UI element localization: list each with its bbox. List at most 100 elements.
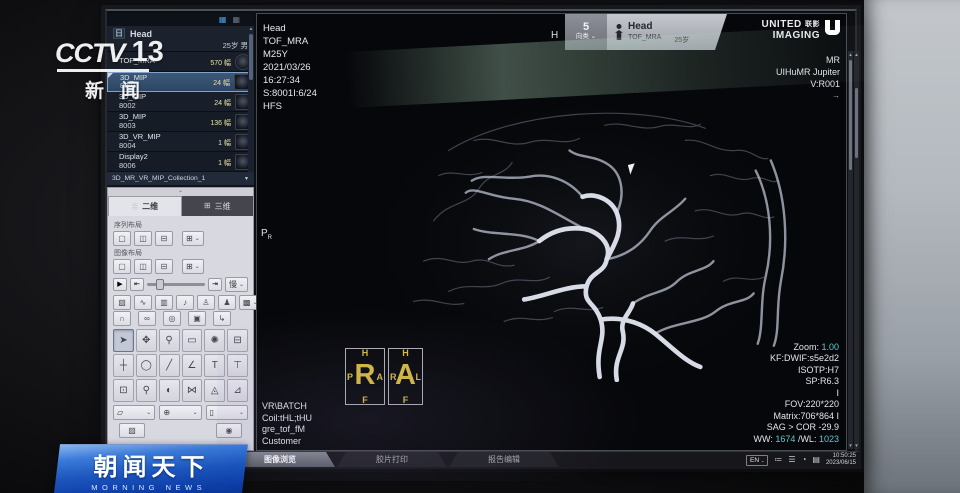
series-item[interactable]: 3D_VR_MIP8004 1 幅 (107, 132, 254, 152)
scroll-down-icon[interactable]: ▼ (854, 442, 858, 449)
tab-report-edit[interactable]: 报告编辑 (449, 452, 559, 467)
tab-2d[interactable]: ≣ 二维 (108, 196, 182, 216)
scroll-thumb[interactable] (849, 60, 852, 170)
img-layout-1x1-button[interactable]: ▢ (113, 259, 131, 274)
flip-horizontal-button[interactable]: ⋈ (182, 379, 203, 402)
scroll-down-icon[interactable]: ▼ (848, 442, 852, 449)
scroll-thumb[interactable] (855, 88, 858, 158)
language-switcher[interactable]: EN⌄ (746, 455, 768, 466)
workbox-icon[interactable]: ▤ (812, 455, 820, 465)
pan-tool-button[interactable]: ✥ (136, 329, 157, 352)
filter-icon[interactable]: ▼ (244, 176, 249, 182)
grid-view-icon[interactable]: ▦ (219, 16, 227, 24)
series-item[interactable]: 3D_MIP8003 136 幅 (107, 112, 254, 132)
scrollbar-inner[interactable]: ▲ ▼ (854, 51, 859, 449)
chevron-down-icon: ⌄ (146, 409, 151, 416)
broadcast-frame: ≠ ▦ ▦ 日 Head 25岁 男 TOF_MRA 570 幅 3D_MIP8 (0, 0, 960, 493)
play-button[interactable]: ▶ (113, 278, 127, 291)
img-layout-grid-combo[interactable]: ⊞ ⌄ (182, 259, 204, 274)
scroll-up-icon[interactable]: ▲ (854, 51, 858, 58)
speed-combo[interactable]: 慢 ⌄ (225, 277, 248, 292)
patient-icon (615, 24, 623, 40)
thumbnail-strip-button[interactable]: ▧ (113, 295, 131, 310)
flip-vertical-button[interactable]: ◬ (204, 379, 225, 402)
badge-number: 5 (583, 22, 589, 32)
snapshot-button[interactable]: ▨ (119, 423, 145, 438)
text-annotation-button[interactable]: T (204, 354, 225, 377)
layout-grid-combo[interactable]: ⊞ ⌄ (182, 231, 204, 246)
layout-preset-combo[interactable]: ⊕ ⌄ (159, 405, 201, 420)
layout-1x2-button[interactable]: ◫ (134, 231, 152, 246)
preset-combos: ▱ ⌄ ⊕ ⌄ ▯ ⌄ (113, 405, 248, 420)
patient-export-button[interactable]: ♟ (218, 295, 236, 310)
ellipse-roi-button[interactable]: ◯ (136, 354, 157, 377)
scroll-up-icon[interactable]: ▲ (848, 51, 852, 58)
img-layout-1x2-button[interactable]: ◫ (134, 259, 152, 274)
scan-parameters-block: Zoom: 1.00 KF:DWIF:s5e2d2 ISOTP:H7 SP:R6… (754, 342, 839, 446)
scrollbar-outer[interactable]: ▲ ▼ (848, 51, 853, 449)
save-preset-combo[interactable]: ▱ ⌄ (113, 405, 155, 420)
cine-slider[interactable] (147, 283, 205, 286)
queue-icon[interactable]: ≔ (774, 455, 782, 465)
tab-3d[interactable]: ⊞ 三维 (182, 196, 254, 216)
layout-2x1-button[interactable]: ⊟ (155, 231, 173, 246)
timer-icon[interactable]: ◔ (802, 455, 807, 465)
magnet-button[interactable]: ∩ (113, 311, 131, 326)
histogram-button[interactable]: ∿ (134, 295, 152, 310)
colormap-icon: ▩ (243, 298, 251, 307)
sidebar-scrollbar[interactable]: ▲ (248, 26, 254, 172)
zoom-region-button[interactable]: ⊡ (113, 379, 134, 402)
img-layout-2x1-button[interactable]: ⊟ (155, 259, 173, 274)
series-id: 8003 (119, 122, 210, 131)
notes-button[interactable]: ♪ (176, 295, 194, 310)
image-layout-label: 图像布局 (114, 248, 248, 258)
collection-bar[interactable]: 3D_MR_VR_MIP_Collection_1 ▼ (107, 172, 254, 185)
link-tools-row: ∩ ∞ ◎ ▣ ↳ (113, 311, 248, 326)
magnify-button[interactable]: ⚲ (136, 379, 157, 402)
window-preset-combo[interactable]: ▯ ⌄ (206, 405, 248, 420)
copy-button[interactable]: ▣ (188, 311, 206, 326)
layers-icon: ≣ (131, 202, 138, 212)
series-item[interactable]: Display28006 1 幅 (107, 152, 254, 172)
angle-measure-button[interactable]: ∠ (182, 354, 203, 377)
skip-end-button[interactable]: ⇥ (208, 278, 222, 291)
panel-collapse-handle[interactable]: ⌄ (108, 188, 253, 196)
text-arrow-button[interactable]: ⊤ (227, 354, 248, 377)
link-series-button[interactable]: ∞ (138, 311, 156, 326)
crosshair-tool-button[interactable]: ┼ (113, 354, 134, 377)
zoom-tool-button[interactable]: ⚲ (159, 329, 180, 352)
rotate-button[interactable]: ⊿ (227, 379, 248, 402)
dimension-tabs: ≣ 二维 ⊞ 三维 (108, 196, 253, 216)
tasks-icon[interactable]: ☰ (788, 455, 795, 465)
chevron-down-icon: ⌄ (193, 409, 198, 416)
orientation-marker-top: H (551, 30, 558, 41)
program-banner: 朝闻天下 MORNING NEWS (54, 444, 248, 493)
localizer-button[interactable]: ◎ (163, 311, 181, 326)
scroll-thumb[interactable] (249, 34, 253, 80)
list-view-icon[interactable]: ▦ (232, 16, 240, 24)
tab-film-print[interactable]: 胶片打印 (337, 452, 447, 467)
crop-tool-button[interactable]: ▭ (182, 329, 203, 352)
enhance-tool-button[interactable]: ✺ (204, 329, 225, 352)
series-id: 8004 (119, 142, 218, 151)
series-count-badge[interactable]: 5 向类 ⌄ (565, 14, 607, 50)
line-measure-button[interactable]: ╱ (159, 354, 180, 377)
invert-button[interactable]: ◐ (159, 379, 180, 402)
visibility-button[interactable]: ◉ (216, 423, 242, 438)
cursor-tool-button[interactable]: ➤ (113, 329, 134, 352)
series-count: 1 幅 (218, 138, 231, 148)
chart-button[interactable]: ▥ (155, 295, 173, 310)
layout-1x1-button[interactable]: ▢ (113, 231, 131, 246)
tab-sequence: TOF_MRA (628, 32, 661, 43)
series-tab[interactable]: 5 向类 ⌄ Head TOF_MRA 25岁 (565, 14, 727, 50)
series-tab-main[interactable]: Head TOF_MRA 25岁 (607, 14, 727, 50)
image-viewport[interactable]: 5 向类 ⌄ Head TOF_MRA 25岁 H PR Head TO (256, 13, 847, 451)
patient-orientation-button[interactable]: ♙ (197, 295, 215, 310)
scroll-up-icon[interactable]: ▲ (249, 26, 254, 32)
vendor-name2: IMAGING (761, 30, 820, 41)
slider-knob[interactable] (156, 279, 164, 290)
skip-start-button[interactable]: ⇤ (130, 278, 144, 291)
program-title: 朝闻天下 (57, 447, 245, 482)
export-button[interactable]: ↳ (213, 311, 231, 326)
delete-tool-button[interactable]: ⊟ (227, 329, 248, 352)
